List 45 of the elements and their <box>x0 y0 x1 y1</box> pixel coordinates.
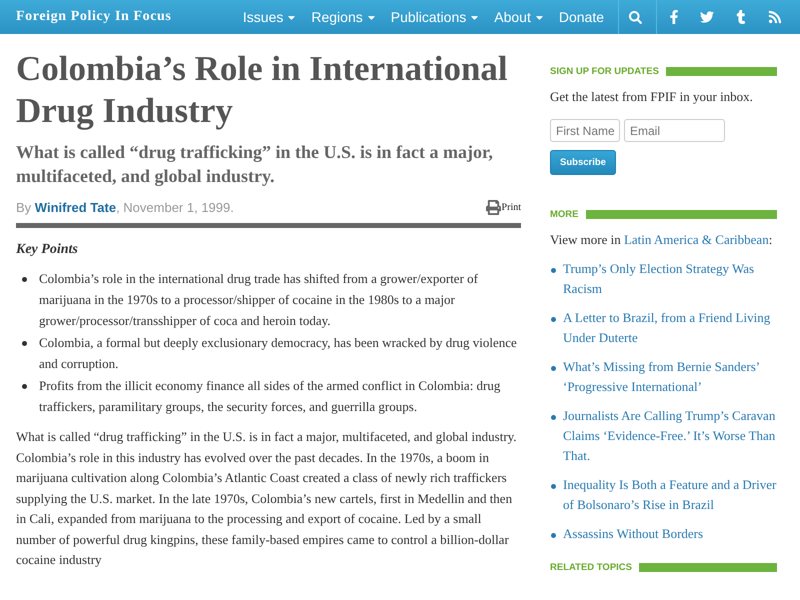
bullet-icon <box>551 533 556 538</box>
byline: By Winifred Tate, November 1, 1999. <box>16 200 234 215</box>
key-point: Colombia, a formal but deeply exclusionary democracy, has been wracked by drug violence and corruption. <box>39 334 518 373</box>
article-link[interactable]: Assassins Without Borders <box>563 524 704 544</box>
article-link[interactable]: Journalists Are Calling Trump’s Caravan Claims ‘Evidence-Free.’ It’s Worse Than That. <box>563 406 777 466</box>
key-point: Colombia’s role in the international drug trade has shifted from a grower/exporter of marijuana in the 1970s to a processor/shipper of cocaine in the 1980s to a major grower/processor/transshipper of coca and heroin today. <box>39 270 479 330</box>
key-point: Profits from the illicit economy finance all sides of the armed conflict in Colombia: drug traffickers, paramilitary groups, the security forces, and guerrilla groups. <box>39 377 502 416</box>
body-paragraph: What is called “drug trafficking” in the U.S. is in fact a major, multifaceted, and global industry. Colombia’s role in this industry has evolved over the past decades. In the 1970s, a boom in marijuana cultivation along Colombia’s Atlantic Coast created a class of newly rich traffickers supplying the U.S. market. In the late 1970s, Colombia’s new cartels, first in Medellin and then in Cali, expanded from marijuana to the processing and export of cocaine. Led by a small number of powerful drug kingpins, these family-based empires came to control a billion-dollar cocaine industry <box>16 428 518 569</box>
nav-link[interactable]: Issues <box>242 9 298 25</box>
bullet-icon <box>551 317 556 322</box>
first-name-field[interactable]: First Name <box>550 119 620 142</box>
article-link[interactable]: A Letter to Brazil, from a Friend Living Under Duterte <box>563 308 777 348</box>
subscribe-button[interactable]: Subscribe <box>550 150 616 175</box>
print-link[interactable]: Print <box>486 200 521 215</box>
article-link[interactable]: Trump’s Only Election Strategy Was Racism <box>563 259 777 299</box>
nav-link[interactable]: Regions <box>311 9 377 25</box>
rss-icon[interactable] <box>768 10 782 24</box>
bullet-icon <box>22 341 27 346</box>
nav-link[interactable]: About <box>494 9 545 25</box>
nav-link[interactable]: Donate <box>558 9 604 25</box>
bullet-icon <box>551 415 556 420</box>
section-heading: MORE <box>550 209 578 220</box>
category-link[interactable]: Latin America & Caribbean <box>624 232 769 247</box>
tumblr-icon[interactable] <box>734 10 748 24</box>
bullet-icon <box>551 268 556 273</box>
nav-link[interactable]: Publications <box>390 9 480 25</box>
bullet-icon <box>22 277 27 282</box>
more-intro: View more in Latin America & Caribbean: <box>550 232 774 248</box>
signup-text: Get the latest from FPIF in your inbox. <box>550 89 754 105</box>
bullet-icon <box>551 366 556 371</box>
printer-icon <box>486 200 501 215</box>
bullet-icon <box>551 484 556 489</box>
key-points-heading: Key Points <box>16 242 79 258</box>
article-title: Colombia’s Role in International Drug Industry <box>16 48 509 132</box>
article-subtitle: What is called “drug trafficking” in the U.S. is in fact a major, multifaceted, and global industry. <box>16 141 494 188</box>
section-heading: SIGN UP FOR UPDATES <box>550 66 659 77</box>
bullet-icon <box>22 384 27 389</box>
email-field[interactable]: Email <box>624 119 725 142</box>
site-name[interactable]: Foreign Policy In Focus <box>16 9 172 25</box>
author-link[interactable]: Winifred Tate <box>34 200 116 215</box>
article-link[interactable]: Inequality Is Both a Feature and a Driver of Bolsonaro’s Rise in Brazil <box>563 475 777 515</box>
section-heading: RELATED TOPICS <box>550 562 632 573</box>
article-link[interactable]: What’s Missing from Bernie Sanders’ ‘Progressive International’ <box>563 357 777 397</box>
twitter-icon[interactable] <box>700 10 714 24</box>
search-icon[interactable] <box>629 10 642 24</box>
